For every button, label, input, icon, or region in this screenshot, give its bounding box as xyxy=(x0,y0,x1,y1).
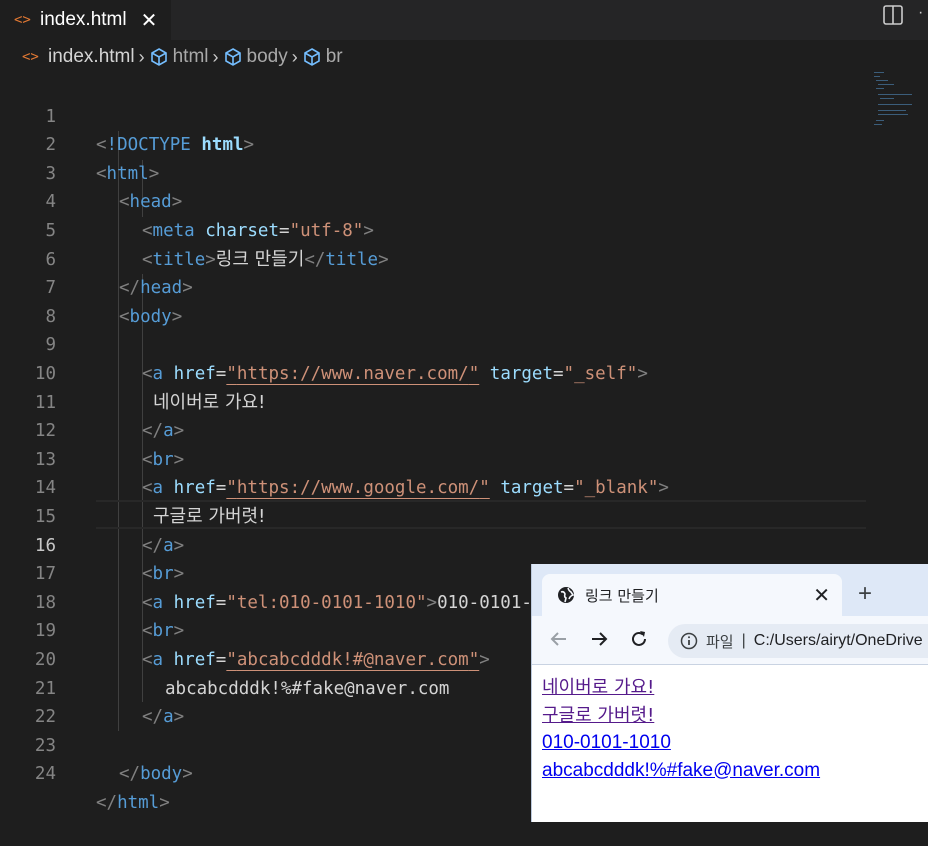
code-line: 1 <!DOCTYPE html> xyxy=(0,74,866,156)
page-link-email[interactable]: abcabcdddk!%#fake@naver.com xyxy=(542,757,820,785)
address-bar[interactable]: 파일 | C:/Users/airyt/OneDrive xyxy=(668,624,928,658)
code-line: 13 <a href="https://www.google.com/" tar… xyxy=(0,417,866,499)
editor-tab-index-html[interactable]: <> index.html ✕ xyxy=(0,0,171,40)
code-line: 10 네이버로 가요! xyxy=(0,331,866,413)
back-arrow-icon[interactable] xyxy=(548,628,570,650)
code-line: 15 </a> xyxy=(0,474,866,556)
breadcrumb-file[interactable]: index.html xyxy=(44,46,135,68)
page-link-tel[interactable]: 010-0101-1010 xyxy=(542,729,820,757)
html-file-icon: <> xyxy=(14,12,31,28)
code-line: 17 <a href="tel:010-0101-1010">010-0101-… xyxy=(0,532,866,613)
split-editor-icon[interactable] xyxy=(882,4,904,26)
browser-tab-title: 링크 만들기 xyxy=(585,586,659,605)
code-line: 14 구글로 가버렷! xyxy=(0,446,866,527)
browser-toolbar: 파일 | C:/Users/airyt/OneDrive xyxy=(532,616,928,665)
breadcrumb: <> index.html › html › body › br xyxy=(0,40,928,74)
close-icon[interactable]: ✕ xyxy=(813,583,830,608)
page-link-google[interactable]: 구글로 가버렷! xyxy=(542,702,820,730)
chevron-right-icon: › xyxy=(291,46,298,67)
reload-icon[interactable] xyxy=(628,628,650,650)
breadcrumb-body-label: body xyxy=(246,46,288,67)
element-cube-icon xyxy=(303,48,320,66)
globe-icon xyxy=(558,587,575,603)
info-icon[interactable] xyxy=(680,632,698,650)
code-line: 5 <title>링크 만들기</title> xyxy=(0,188,866,270)
code-line: 8 xyxy=(0,274,866,327)
browser-tab[interactable]: 링크 만들기 ✕ xyxy=(542,574,842,616)
editor-tab-bar: <> index.html ✕ · xyxy=(0,0,928,40)
breadcrumb-br-label: br xyxy=(325,46,343,67)
code-line: 6 </head> xyxy=(0,217,866,299)
browser-page-content: 네이버로 가요! 구글로 가버렷! 010-0101-1010 abcabcdd… xyxy=(542,674,820,784)
new-tab-button[interactable]: + xyxy=(858,580,872,608)
code-line: 7 <body> xyxy=(0,246,866,327)
address-separator: | xyxy=(741,632,746,649)
code-line: 2 <html> xyxy=(0,103,866,184)
address-url: C:/Users/airyt/OneDrive xyxy=(753,632,923,649)
breadcrumb-html[interactable]: html xyxy=(149,46,209,68)
element-cube-icon xyxy=(150,48,167,66)
breadcrumb-file-label: index.html xyxy=(48,46,135,67)
code-line: 3 <head> xyxy=(0,131,866,213)
code-line: 9 <a href="https://www.naver.com/" targe… xyxy=(0,303,866,384)
code-line: 11 </a> xyxy=(0,360,866,442)
browser-window: 링크 만들기 ✕ + 파일 | C:/Users/airyt/OneDrive … xyxy=(531,564,928,822)
browser-tab-strip: 링크 만들기 ✕ + xyxy=(532,564,928,616)
element-cube-icon xyxy=(224,48,241,66)
chevron-right-icon: › xyxy=(212,46,219,67)
chevron-right-icon: › xyxy=(138,46,145,67)
editor-tab-label: index.html xyxy=(40,9,127,30)
forward-arrow-icon[interactable] xyxy=(588,628,610,650)
line-number: 24 xyxy=(34,764,56,785)
page-link-naver[interactable]: 네이버로 가요! xyxy=(542,674,820,702)
breadcrumb-html-label: html xyxy=(172,46,209,67)
breadcrumb-body[interactable]: body xyxy=(223,46,288,68)
address-scheme-label: 파일 xyxy=(706,632,734,651)
code-line: 16 <br> xyxy=(0,503,866,585)
code-line: 4 <meta charset="utf-8"> xyxy=(0,160,866,241)
close-tab-icon[interactable]: ✕ xyxy=(141,8,158,33)
breadcrumb-br[interactable]: br xyxy=(302,46,343,68)
code-line: 12 <br> xyxy=(0,389,866,470)
more-actions-icon[interactable]: · xyxy=(918,4,923,22)
html-file-icon: <> xyxy=(22,49,39,65)
